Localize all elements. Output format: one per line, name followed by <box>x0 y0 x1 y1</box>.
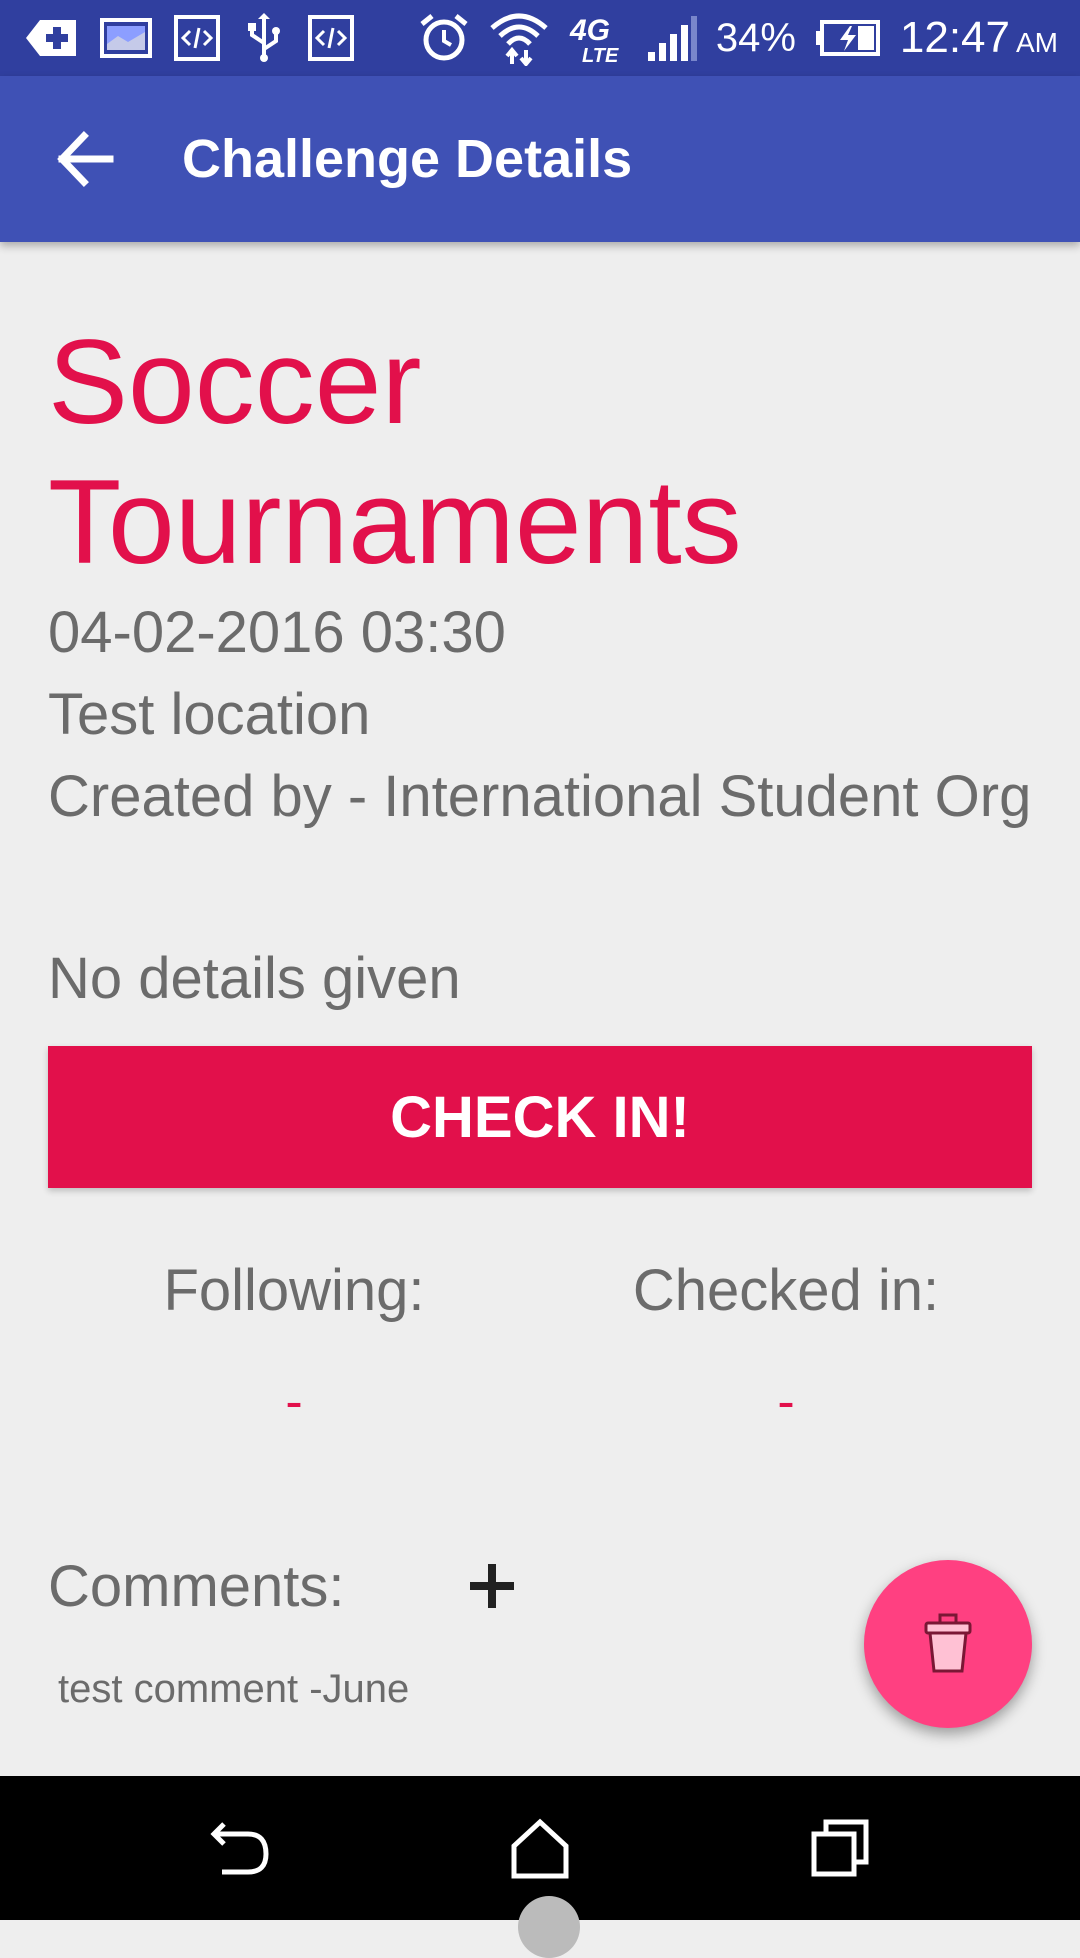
plus-icon[interactable] <box>462 1556 522 1616</box>
recents-icon[interactable] <box>808 1816 872 1880</box>
code-icon <box>308 15 354 61</box>
health-plus-icon <box>26 20 76 56</box>
page-title: Challenge Details <box>182 129 633 189</box>
checked-in-value: - <box>777 1373 795 1431</box>
challenge-creator: Created by - International Student Org <box>48 764 1032 829</box>
battery-percentage: 34% <box>715 15 796 60</box>
image-icon <box>100 18 152 58</box>
status-system-icons: 4G LTE 34% 12:47 AM <box>418 10 1058 66</box>
delete-fab[interactable] <box>864 1560 1032 1728</box>
comment-item: test comment -June <box>58 1667 410 1711</box>
comments-label: Comments: <box>48 1554 345 1619</box>
navigation-bar <box>0 1776 1080 1958</box>
home-indicator <box>518 1896 580 1958</box>
svg-text:4G: 4G <box>569 14 610 47</box>
challenge-location: Test location <box>48 682 371 747</box>
home-icon[interactable] <box>508 1816 572 1880</box>
challenge-details: No details given <box>48 946 461 1011</box>
challenge-datetime: 04-02-2016 03:30 <box>48 600 506 665</box>
following-label: Following: <box>163 1258 425 1323</box>
challenge-title: Soccer Tournaments <box>48 315 742 589</box>
battery-charging-icon <box>815 20 880 56</box>
usb-icon <box>248 13 280 62</box>
svg-text:LTE: LTE <box>582 45 619 64</box>
trash-icon <box>924 1613 972 1673</box>
wifi-icon <box>490 13 548 66</box>
arrow-back-icon[interactable] <box>52 126 118 192</box>
status-bar: 4G LTE 34% 12:47 AM <box>0 0 1080 76</box>
clock: 12:47 AM <box>899 13 1058 62</box>
4g-lte-icon: 4G LTE <box>569 14 619 64</box>
check-in-button[interactable]: CHECK IN! <box>48 1046 1032 1188</box>
alarm-icon <box>420 14 468 61</box>
app-bar: Challenge Details <box>0 76 1080 242</box>
back-icon[interactable] <box>208 1816 272 1880</box>
checked-in-label: Checked in: <box>632 1258 940 1323</box>
signal-icon <box>647 16 697 61</box>
following-value: - <box>285 1373 303 1431</box>
status-notification-icons <box>26 10 354 66</box>
code-icon <box>174 15 220 61</box>
